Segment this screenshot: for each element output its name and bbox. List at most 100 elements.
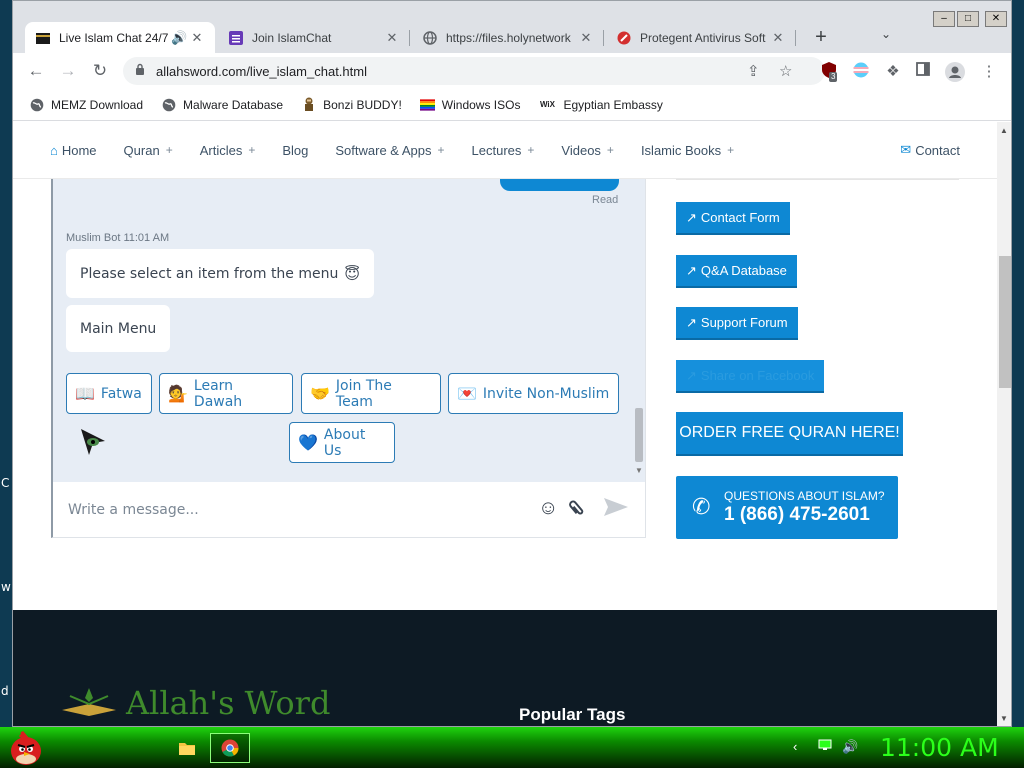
order-free-quran-button[interactable]: ORDER FREE QURAN HERE! xyxy=(676,412,903,456)
scroll-down-icon[interactable]: ▼ xyxy=(1000,714,1008,723)
nav-label: Articles xyxy=(199,142,243,158)
page-scrollbar[interactable]: ▲ ▼ xyxy=(997,122,1011,726)
page-scroll-thumb[interactable] xyxy=(999,256,1011,388)
nav-expand-plus: + xyxy=(437,143,445,157)
emoji-picker-icon[interactable]: ☺ xyxy=(538,497,558,520)
contact-form-button[interactable]: ↗ Contact Form xyxy=(676,202,790,235)
new-tab-button[interactable]: + xyxy=(808,25,834,51)
tab-title: Live Islam Chat 24/7 xyxy=(59,30,169,45)
ublock-extension-icon[interactable]: 3 xyxy=(819,62,839,82)
close-tab-icon[interactable]: ✕ xyxy=(189,30,205,46)
file-explorer-taskbar-icon[interactable] xyxy=(167,733,207,763)
bookmark-windows-isos[interactable]: Windows ISOs xyxy=(419,97,520,112)
nav-label: Software & Apps xyxy=(335,142,432,158)
site-footer: Allah's Word Popular Tags xyxy=(13,610,997,726)
quick-reply-label: Learn Dawah xyxy=(193,377,243,410)
chat-scroll-down-icon[interactable]: ▼ xyxy=(635,466,643,475)
qa-database-button[interactable]: ↗ Q&A Database xyxy=(676,255,797,288)
reload-icon[interactable]: ↻ xyxy=(88,59,112,83)
bookmark-label: MEMZ Download xyxy=(51,97,144,112)
maximize-button[interactable]: □ xyxy=(957,11,979,27)
nav-lectures[interactable]: Lectures + xyxy=(472,143,535,158)
site-navigation: ⌂ Home Quran + Articles + Blog Software & … xyxy=(13,122,997,179)
side-panel-icon[interactable] xyxy=(913,62,933,82)
profile-avatar-icon[interactable] xyxy=(945,62,965,82)
chat-composer: Write a message... ☺ xyxy=(51,482,646,538)
close-tab-icon[interactable]: ✕ xyxy=(770,30,786,46)
bookmark-star-icon[interactable]: ☆ xyxy=(779,62,792,80)
attachment-paperclip-icon[interactable] xyxy=(563,494,595,527)
back-arrow-icon[interactable]: ← xyxy=(24,59,48,83)
message-input[interactable]: Write a message... xyxy=(68,502,199,518)
site-logo[interactable]: Allah's Word xyxy=(60,684,330,722)
nav-islamic-books[interactable]: Islamic Books + xyxy=(641,143,734,158)
nav-expand-plus: + xyxy=(248,143,256,157)
chat-scroll-thumb[interactable] xyxy=(635,408,643,462)
nav-home[interactable]: ⌂ Home xyxy=(50,143,97,158)
speaker-icon[interactable]: 🔊 xyxy=(171,30,187,46)
taskbar: ‹ 🔊 11:00 AM xyxy=(0,727,1024,768)
bookmark-egyptian-embassy[interactable]: WiX Egyptian Embassy xyxy=(538,97,663,112)
support-forum-button[interactable]: ↗ Support Forum xyxy=(676,307,798,340)
url-text[interactable]: allahsword.com/live_islam_chat.html xyxy=(156,64,367,79)
scroll-up-icon[interactable]: ▲ xyxy=(1000,126,1008,135)
tab-search-chevron-icon[interactable]: ⌄ xyxy=(881,27,891,41)
share-facebook-button[interactable]: ↗ Share on Facebook xyxy=(676,360,825,393)
tab-protegent-antivirus[interactable]: Protegent Antivirus Soft ✕ xyxy=(606,22,796,53)
nav-articles[interactable]: Articles + xyxy=(200,143,256,158)
angry-bird-start-button-icon[interactable] xyxy=(8,729,44,767)
close-tab-icon[interactable]: ✕ xyxy=(384,30,400,46)
tab-holynetwork-files[interactable]: https://files.holynetwork ✕ xyxy=(412,22,604,53)
nav-blog[interactable]: Blog xyxy=(282,143,308,158)
bookmark-bonzi-buddy[interactable]: Bonzi BUDDY! xyxy=(301,97,402,112)
kaaba-favicon-icon xyxy=(35,30,51,46)
chrome-taskbar-icon[interactable] xyxy=(210,733,250,763)
quick-reply-fatwa-button[interactable]: 📖 Fatwa xyxy=(66,373,152,414)
minimize-button[interactable]: ‒ xyxy=(933,11,955,27)
volume-icon[interactable]: 🔊 xyxy=(842,739,858,755)
globe-icon xyxy=(161,97,176,112)
window-controls: ‒ □ ✕ xyxy=(933,11,1007,27)
close-window-button[interactable]: ✕ xyxy=(985,11,1007,27)
address-bar[interactable]: allahsword.com/live_islam_chat.html ⇪ ☆ xyxy=(123,57,825,85)
quick-reply-label: Invite Non-Muslim xyxy=(482,385,610,402)
nav-videos[interactable]: Videos + xyxy=(561,143,614,158)
quick-reply-label: About Us xyxy=(323,426,366,459)
quick-reply-about-us-button[interactable]: 💙 About Us xyxy=(289,422,395,463)
lock-icon[interactable] xyxy=(135,63,145,79)
desktop-label-d: d xyxy=(1,684,9,698)
quick-reply-join-team-button[interactable]: 🤝 Join The Team xyxy=(301,373,441,414)
button-label: Share on Facebook xyxy=(700,368,815,383)
form-favicon-icon xyxy=(228,30,244,46)
bookmark-malware-database[interactable]: Malware Database xyxy=(161,97,283,112)
button-label: Support Forum xyxy=(700,315,788,330)
person-emoji-icon: 💁 xyxy=(168,384,188,403)
forward-arrow-icon[interactable]: → xyxy=(56,59,80,83)
trans-flag-extension-icon[interactable] xyxy=(851,62,871,82)
send-icon[interactable] xyxy=(603,497,629,523)
love-letter-emoji-icon: 💌 xyxy=(457,384,477,403)
nav-software-apps[interactable]: Software & Apps + xyxy=(335,143,444,158)
chat-scrollbar[interactable]: ▼ xyxy=(633,179,645,482)
nav-quran[interactable]: Quran + xyxy=(124,143,173,158)
extensions-puzzle-icon[interactable]: ❖ xyxy=(883,62,903,82)
tab-title: Protegent Antivirus Soft xyxy=(640,30,766,45)
globe-icon xyxy=(29,97,44,112)
share-icon[interactable]: ⇪ xyxy=(747,62,760,80)
nav-contact[interactable]: ✉ Contact xyxy=(900,142,960,158)
close-tab-icon[interactable]: ✕ xyxy=(578,30,594,46)
quick-reply-learn-dawah-button[interactable]: 💁 Learn Dawah xyxy=(159,373,293,414)
tab-live-islam-chat[interactable]: Live Islam Chat 24/7 🔊 ✕ xyxy=(25,22,215,53)
phone-cta[interactable]: ✆ QUESTIONS ABOUT ISLAM? 1 (866) 475-260… xyxy=(676,476,898,539)
message-text: Main Menu xyxy=(80,320,157,337)
quran-stand-logo-icon xyxy=(62,688,116,716)
tab-title: Join IslamChat xyxy=(252,30,332,45)
tray-chevron-icon[interactable]: ‹ xyxy=(793,739,797,754)
quick-reply-invite-non-muslim-button[interactable]: 💌 Invite Non-Muslim xyxy=(448,373,619,414)
network-icon[interactable] xyxy=(818,739,832,754)
tab-join-islamchat[interactable]: Join IslamChat ✕ xyxy=(218,22,410,53)
bookmark-memz-download[interactable]: MEMZ Download xyxy=(29,97,143,112)
phone-number: 1 (866) 475-2601 xyxy=(724,504,870,525)
more-menu-icon[interactable]: ⋮ xyxy=(979,62,999,82)
taskbar-clock[interactable]: 11:00 AM xyxy=(880,733,999,762)
